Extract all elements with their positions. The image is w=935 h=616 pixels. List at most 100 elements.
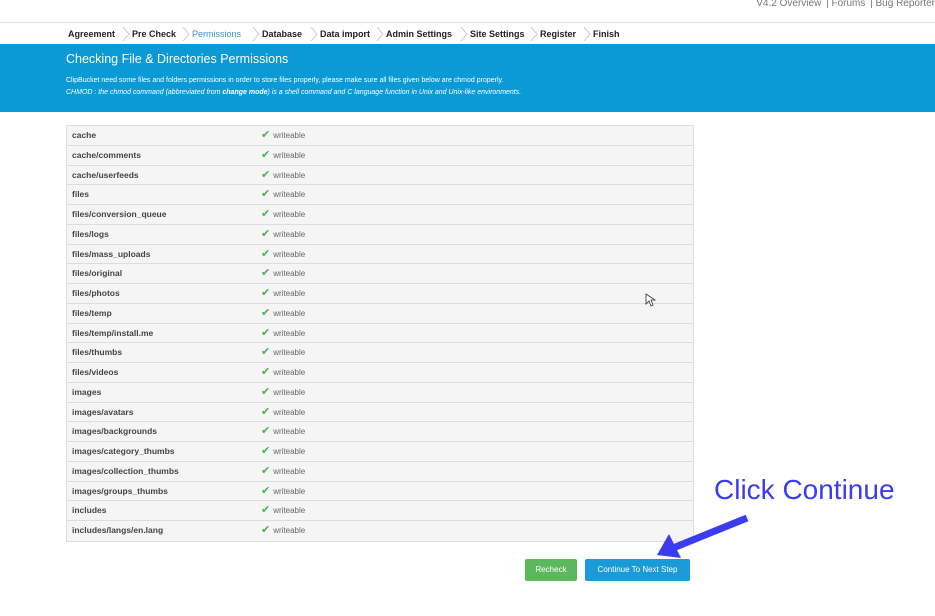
step-separator-icon (376, 27, 384, 41)
permission-row: images/groups_thumbs ✔ writeable (67, 482, 693, 502)
permission-row: includes ✔ writeable (67, 501, 693, 521)
permissions-banner: Checking File & Directories Permissions … (0, 44, 935, 112)
permission-status: ✔ writeable (261, 442, 305, 461)
permission-status: ✔ writeable (261, 422, 305, 441)
status-text: writeable (273, 249, 306, 259)
step-separator-icon (122, 27, 130, 41)
check-icon: ✔ (261, 148, 271, 161)
check-icon: ✔ (261, 366, 271, 378)
status-text: writeable (273, 289, 306, 298)
top-links: V4.2 Overview | Forums | Bug Reporter (754, 0, 935, 9)
permission-path: cache/comments (72, 149, 141, 160)
status-text: writeable (273, 170, 306, 180)
status-text: writeable (273, 427, 306, 437)
status-text: writeable (273, 368, 306, 377)
permission-path: files/temp/install.me (72, 327, 154, 338)
permission-row: files ✔ writeable (67, 185, 693, 205)
step-site-settings[interactable]: Site Settings (470, 23, 525, 45)
check-icon: ✔ (261, 464, 271, 477)
permission-path: files/photos (72, 288, 120, 298)
permission-status: ✔ writeable (261, 501, 305, 520)
permission-status: ✔ writeable (261, 324, 305, 343)
permission-row: images/category_thumbs ✔ writeable (67, 442, 693, 462)
permission-status: ✔ writeable (261, 146, 305, 165)
permission-status: ✔ writeable (261, 462, 305, 481)
status-text: writeable (273, 269, 306, 279)
permission-row: files/conversion_queue ✔ writeable (67, 205, 693, 225)
permission-path: files/mass_uploads (72, 248, 151, 259)
permission-path: files/thumbs (72, 347, 123, 358)
permission-status: ✔ writeable (261, 304, 305, 323)
check-icon: ✔ (261, 385, 271, 398)
check-icon: ✔ (261, 188, 271, 201)
permissions-table: cache ✔ writeable cache/comments ✔ writeable c… (66, 125, 694, 542)
continue-button[interactable]: Continue To Next Step (585, 559, 690, 581)
check-icon: ✔ (261, 129, 271, 141)
status-text: writeable (273, 210, 306, 219)
status-text: writeable (273, 131, 306, 140)
permission-status: ✔ writeable (261, 343, 305, 362)
step-database[interactable]: Database (262, 23, 302, 45)
step-separator-icon (460, 27, 468, 41)
step-permissions[interactable]: Permissions (192, 23, 241, 45)
permission-path: cache (72, 130, 97, 140)
permission-status: ✔ writeable (261, 284, 305, 303)
permission-path: includes (72, 505, 107, 516)
banner-description: ClipBucket need some files and folders p… (66, 77, 504, 84)
permission-row: cache/comments ✔ writeable (67, 146, 693, 166)
permission-path: cache/userfeeds (72, 169, 139, 180)
permission-row: files/temp ✔ writeable (67, 304, 693, 324)
permission-row: cache ✔ writeable (67, 126, 693, 146)
status-text: writeable (273, 328, 306, 338)
step-admin-settings[interactable]: Admin Settings (386, 23, 452, 45)
permission-status: ✔ writeable (261, 126, 305, 145)
permission-path: files/conversion_queue (72, 209, 167, 219)
check-icon: ✔ (261, 524, 271, 536)
step-finish[interactable]: Finish (593, 23, 620, 45)
check-icon: ✔ (261, 484, 271, 497)
step-agreement[interactable]: Agreement (68, 23, 115, 45)
forums-link[interactable]: | Forums (826, 0, 865, 9)
step-register[interactable]: Register (540, 23, 576, 45)
status-text: writeable (273, 466, 306, 476)
step-separator-icon (252, 27, 260, 41)
permission-status: ✔ writeable (261, 245, 305, 264)
status-text: writeable (273, 506, 306, 516)
check-icon: ✔ (261, 445, 271, 457)
check-icon: ✔ (261, 267, 271, 280)
status-text: writeable (273, 526, 306, 535)
click-continue-annotation: Click Continue (714, 474, 895, 505)
permission-status: ✔ writeable (261, 363, 305, 382)
permission-row: files/videos ✔ writeable (67, 363, 693, 383)
overview-link[interactable]: V4.2 Overview (756, 0, 821, 9)
permission-row: files/thumbs ✔ writeable (67, 343, 693, 363)
permission-status: ✔ writeable (261, 521, 305, 540)
status-text: writeable (273, 387, 306, 397)
permission-path: images (72, 386, 102, 397)
recheck-button[interactable]: Recheck (525, 559, 577, 581)
step-separator-icon (583, 27, 591, 41)
permission-path: includes/langs/en.lang (72, 525, 164, 535)
permission-row: images/collection_thumbs ✔ writeable (67, 462, 693, 482)
permission-path: images/avatars (72, 406, 134, 417)
check-icon: ✔ (261, 287, 271, 299)
permission-path: files/temp (72, 307, 112, 318)
permission-row: includes/langs/en.lang ✔ writeable (67, 521, 693, 541)
permission-path: images/collection_thumbs (72, 465, 179, 476)
check-icon: ✔ (261, 326, 271, 339)
step-separator-icon (310, 27, 318, 41)
bug-reporter-link[interactable]: | Bug Reporter (870, 0, 935, 9)
check-icon: ✔ (261, 405, 271, 418)
permission-status: ✔ writeable (261, 264, 305, 283)
step-pre-check[interactable]: Pre Check (132, 23, 176, 45)
step-data-import[interactable]: Data import (320, 23, 370, 45)
status-text: writeable (273, 486, 306, 496)
step-separator-icon (530, 27, 538, 41)
permission-row: images/backgrounds ✔ writeable (67, 422, 693, 442)
check-icon: ✔ (261, 168, 271, 181)
permission-status: ✔ writeable (261, 205, 305, 224)
permission-path: files (72, 189, 90, 200)
permission-path: files/original (72, 268, 123, 279)
status-text: writeable (273, 229, 306, 239)
chmod-note: CHMOD : the chmod command (abbreviated f… (66, 89, 522, 96)
